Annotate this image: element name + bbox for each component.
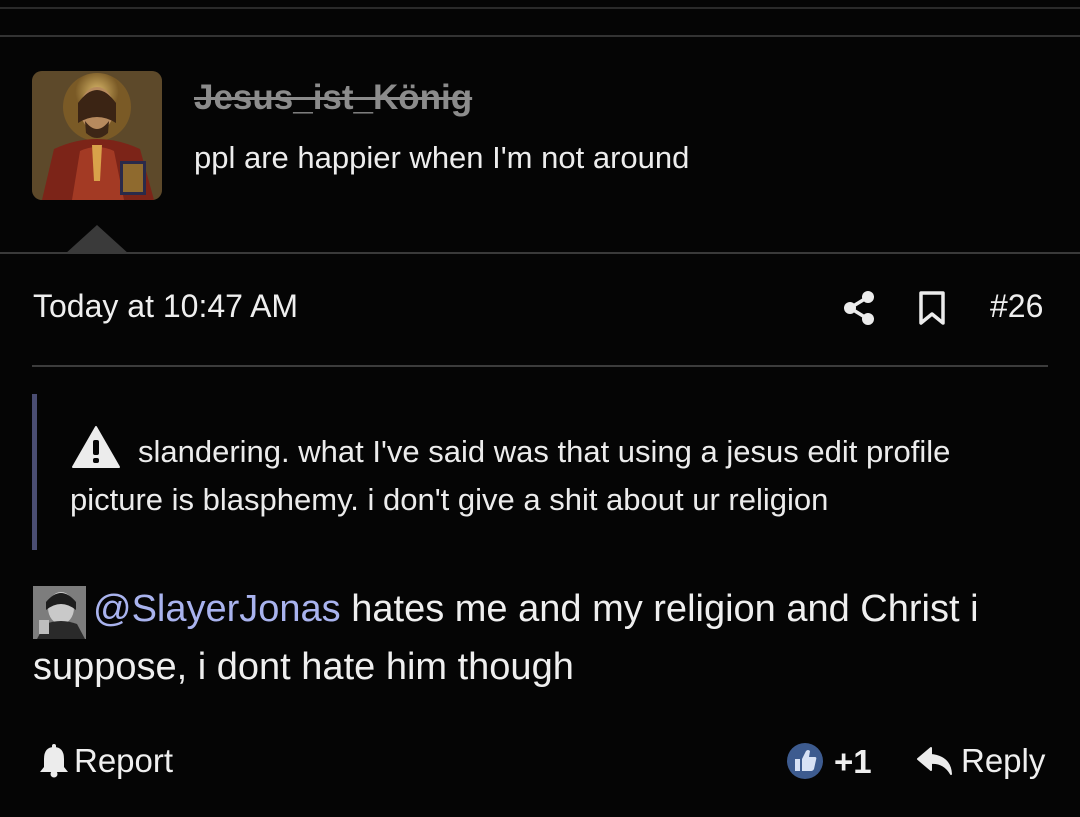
report-button[interactable]: Report	[38, 742, 173, 780]
username[interactable]: Jesus_ist_König	[194, 78, 472, 118]
reply-arrow-icon	[917, 747, 952, 775]
top-divider	[0, 7, 1080, 9]
user-mention[interactable]: @SlayerJonas	[93, 588, 341, 630]
quote-line-2: picture is blasphemy. i don't give a shi…	[70, 482, 829, 517]
portrait-avatar-icon	[32, 71, 162, 200]
bookmark-icon[interactable]	[917, 290, 947, 326]
user-avatar[interactable]	[32, 71, 162, 200]
reply-button[interactable]: Reply	[916, 742, 1045, 780]
top-divider-secondary	[0, 35, 1080, 37]
bell-icon	[40, 744, 68, 778]
user-title: ppl are happier when I'm not around	[194, 140, 690, 175]
quote-text: slandering. what I've said was that usin…	[70, 428, 1030, 524]
post-date[interactable]: Today at 10:47 AM	[33, 288, 298, 325]
quote-line-1: slandering. what I've said was that usin…	[138, 434, 951, 469]
like-count[interactable]: +1	[834, 743, 872, 781]
report-label: Report	[74, 742, 174, 779]
header-caret	[65, 225, 129, 254]
post-number[interactable]: #26	[990, 288, 1043, 325]
post-page: Jesus_ist_König ppl are happier when I'm…	[0, 0, 1080, 817]
post-body: @SlayerJonas hates me and my religion an…	[33, 580, 1043, 696]
share-icon[interactable]	[842, 290, 876, 326]
header-divider	[0, 252, 1080, 254]
quote-bar	[32, 394, 37, 550]
reply-label: Reply	[961, 742, 1046, 779]
meta-divider	[32, 365, 1048, 367]
thumbs-up-icon[interactable]	[786, 742, 824, 780]
